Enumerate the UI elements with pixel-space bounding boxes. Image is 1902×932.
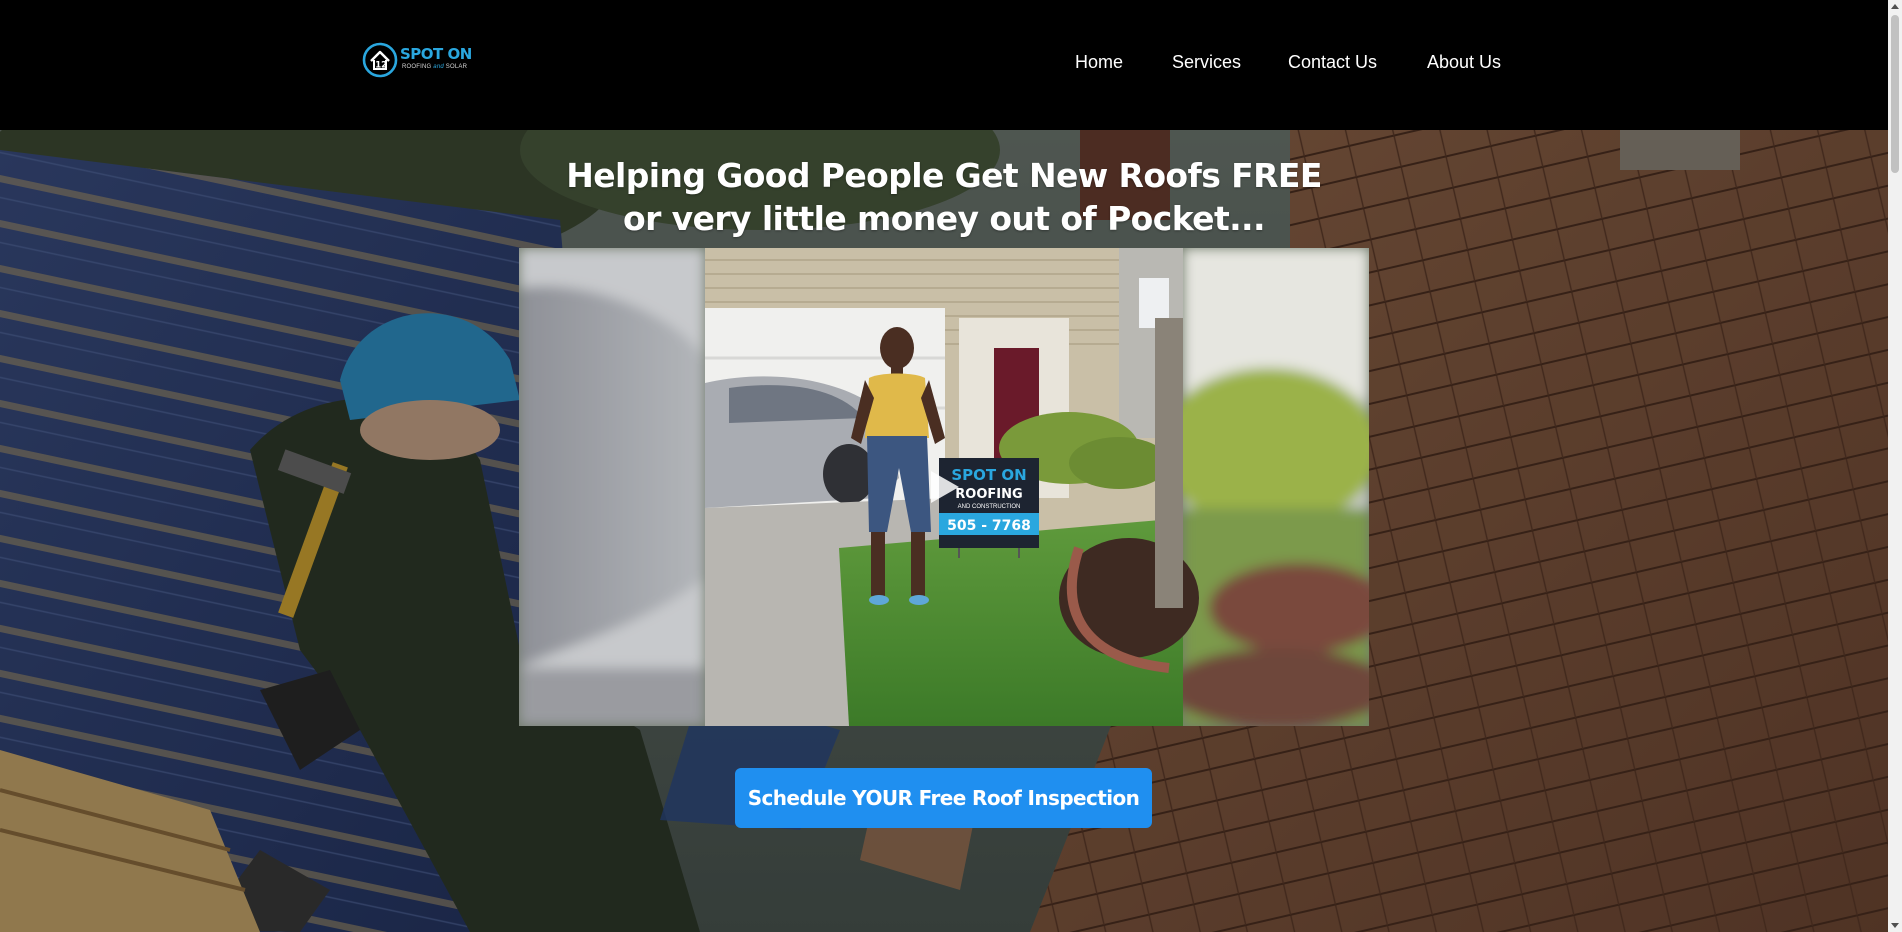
nav-contact-us[interactable]: Contact Us <box>1288 52 1377 73</box>
page-scrollbar[interactable] <box>1888 0 1902 932</box>
logo-subtitle-and: and <box>433 64 444 70</box>
site-header: 12 SPOT ON ROOFING and SOLAR Home Servic… <box>0 0 1888 130</box>
testimonial-video[interactable]: SPOT ON ROOFING AND CONSTRUCTION 505 - 7… <box>519 248 1369 726</box>
nav-about-us[interactable]: About Us <box>1427 52 1501 73</box>
sign-line-2: ROOFING <box>955 487 1022 502</box>
logo-icon: 12 <box>362 42 398 78</box>
scrollbar-thumb[interactable] <box>1891 15 1899 173</box>
sign-line-3: AND CONSTRUCTION <box>958 504 1021 510</box>
hero-heading-line-2: or very little money out of Pocket... <box>623 199 1265 238</box>
hero-heading: Helping Good People Get New Roofs FREE o… <box>444 154 1444 240</box>
svg-text:12: 12 <box>375 61 387 71</box>
hero-heading-line-1: Helping Good People Get New Roofs FREE <box>566 156 1322 195</box>
hero-section: Helping Good People Get New Roofs FREE o… <box>0 130 1888 932</box>
logo-subtitle-solar: SOLAR <box>445 64 468 70</box>
logo-link[interactable]: 12 SPOT ON ROOFING and SOLAR <box>362 42 472 80</box>
chevron-up-icon[interactable] <box>1888 0 1902 14</box>
schedule-inspection-button[interactable]: Schedule YOUR Free Roof Inspection <box>735 768 1152 828</box>
nav-home[interactable]: Home <box>1075 52 1123 73</box>
logo-subtitle-roofing: ROOFING <box>402 64 432 70</box>
sign-phone: 505 - 7768 <box>947 518 1031 534</box>
logo-title: SPOT ON <box>400 45 472 63</box>
logo-subtitle: ROOFING and SOLAR <box>402 64 467 70</box>
chevron-down-icon[interactable] <box>1888 918 1902 932</box>
nav-services[interactable]: Services <box>1172 52 1241 73</box>
play-icon[interactable] <box>925 467 963 507</box>
